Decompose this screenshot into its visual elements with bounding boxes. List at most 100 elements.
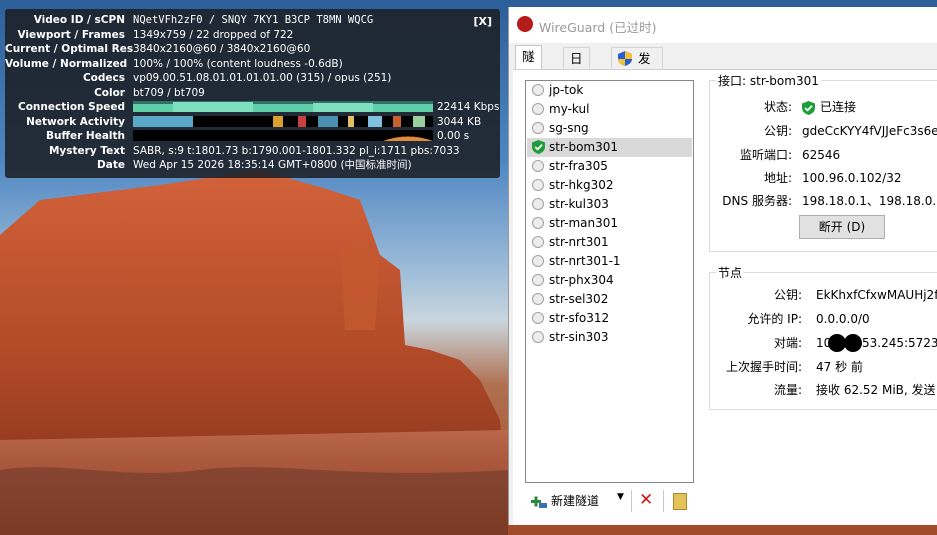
interface-status-row: 状态: 已连接 [710, 98, 937, 116]
inactive-status-icon [532, 122, 544, 134]
stats-row-codecs: Codecs vp09.00.51.08.01.01.01.01.00 (315… [5, 71, 500, 85]
tunnel-name: str-sel302 [549, 292, 609, 306]
status-label: 状态: [763, 100, 792, 114]
interface-groupbox: 接口: str-bom301 状态: 已连接 公钥: gdeCcKYY4fVJJ… [709, 72, 937, 252]
tunnel-item-str-sin303[interactable]: str-sin303 [527, 328, 692, 347]
tunnel-item-jp-tok[interactable]: jp-tok [527, 81, 692, 100]
wireguard-window: WireGuard (已过时) 隧道 日志 发现更新! jp-tok my-ku… [508, 7, 937, 525]
shield-update-icon [618, 51, 632, 66]
window-title: WireGuard (已过时) [539, 20, 657, 35]
inactive-status-icon [532, 160, 544, 172]
stats-value: 22414 Kbps [437, 101, 500, 113]
stats-row-color: Color bt709 / bt709 [5, 86, 500, 100]
inactive-status-icon [532, 217, 544, 229]
inactive-status-icon [532, 274, 544, 286]
address-label: 地址: [763, 171, 792, 185]
stats-row-connection-speed: Connection Speed 22414 Kbps [5, 100, 500, 114]
stats-row-viewport: Viewport / Frames 1349x759 / 22 dropped … [5, 28, 500, 42]
connected-check-icon [532, 140, 545, 154]
dns-value[interactable]: 198.18.0.1、198.18.0.2 [802, 192, 937, 210]
stats-label: Date [97, 159, 125, 171]
allowed-ips-value[interactable]: 0.0.0.0/0 [816, 310, 870, 328]
stats-label: Connection Speed [17, 101, 125, 113]
disconnect-button[interactable]: 断开 (D) [799, 215, 885, 239]
tab-log[interactable]: 日志 [563, 47, 590, 87]
peer-pubkey-label: 公钥: [773, 288, 802, 302]
endpoint-suffix[interactable]: 53.245:57238 [862, 334, 937, 352]
delete-tunnel-button[interactable]: ✕ [639, 490, 653, 510]
stats-row-network-activity: Network Activity 3044 KB [5, 115, 500, 129]
peer-pubkey-row: 公钥: EkKhxfCfxwMAUHj2fXtl [710, 286, 937, 304]
inactive-status-icon [532, 84, 544, 96]
stats-value: Wed Apr 15 2026 18:35:14 GMT+0800 (中国标准时… [133, 159, 412, 171]
interface-port-row: 监听端口: 62546 [710, 146, 937, 164]
tunnels-panel: jp-tok my-kul sg-sng str-bom301 str-fra3… [513, 69, 937, 525]
tunnel-name: str-sfo312 [549, 311, 610, 325]
stats-row-resolution: Current / Optimal Res 3840x2160@60 / 384… [5, 42, 500, 56]
peer-title: 节点 [716, 264, 745, 281]
add-tunnel-dropdown-arrow[interactable]: ▼ [617, 492, 624, 502]
tunnel-item-str-sfo312[interactable]: str-sfo312 [527, 309, 692, 328]
inactive-status-icon [532, 103, 544, 115]
tunnel-name: str-nrt301 [549, 235, 609, 249]
tunnel-item-str-sel302[interactable]: str-sel302 [527, 290, 692, 309]
tunnel-item-str-fra305[interactable]: str-fra305 [527, 157, 692, 176]
stats-row-volume: Volume / Normalized 100% / 100% (content… [5, 57, 500, 71]
peer-pubkey-value[interactable]: EkKhxfCfxwMAUHj2fXtl [816, 286, 937, 304]
stats-label: Network Activity [26, 115, 125, 128]
inactive-status-icon [532, 198, 544, 210]
tunnel-list[interactable]: jp-tok my-kul sg-sng str-bom301 str-fra3… [525, 80, 694, 483]
stats-row-video-id: Video ID / sCPN NQetVFh2zF0 / SNQY 7KY1 … [5, 13, 500, 27]
stats-row-buffer-health: Buffer Health 0.00 s [5, 129, 500, 143]
tunnel-item-str-man301[interactable]: str-man301 [527, 214, 692, 233]
stats-value: 3044 KB [437, 115, 482, 128]
tunnel-item-str-bom301[interactable]: str-bom301 [527, 138, 692, 157]
address-value[interactable]: 100.96.0.102/32 [802, 169, 901, 187]
pubkey-value[interactable]: gdeCcKYY4fVJJeFc3s6egPv [802, 122, 937, 140]
peer-allowed-ips-row: 允许的 IP: 0.0.0.0/0 [710, 310, 937, 328]
stats-value: 0.00 s [437, 130, 470, 142]
port-value[interactable]: 62546 [802, 146, 840, 164]
tunnel-item-str-kul303[interactable]: str-kul303 [527, 195, 692, 214]
inactive-status-icon [532, 293, 544, 305]
export-zip-button[interactable] [673, 493, 687, 510]
interface-dns-row: DNS 服务器: 198.18.0.1、198.18.0.2 [710, 192, 937, 210]
tunnel-item-str-nrt301[interactable]: str-nrt301 [527, 233, 692, 252]
tunnel-name: str-hkg302 [549, 178, 614, 192]
stats-value: 1349x759 / 22 dropped of 722 [133, 28, 294, 41]
peer-endpoint-row: 对端: 10 53.245:57238 [710, 334, 937, 352]
network-activity-graph [133, 115, 433, 127]
inactive-status-icon [532, 179, 544, 191]
stats-value: SABR, s:9 t:1801.73 b:1790.001-1801.332 … [133, 144, 460, 157]
allowed-ips-label: 允许的 IP: [747, 312, 802, 326]
add-tunnel-button[interactable]: 新建隧道 [551, 492, 599, 509]
toolbar-divider [663, 490, 664, 512]
transfer-value[interactable]: 接收 62.52 MiB, 发送 4.0 [816, 381, 937, 399]
wireguard-logo-icon [517, 16, 533, 32]
tunnel-name: jp-tok [549, 83, 584, 97]
stats-label: Color [94, 86, 125, 99]
tunnel-item-str-hkg302[interactable]: str-hkg302 [527, 176, 692, 195]
tunnel-name: str-bom301 [549, 140, 619, 154]
toolbar-divider [631, 490, 632, 512]
tunnel-item-sg-sng[interactable]: sg-sng [527, 119, 692, 138]
status-value: 已连接 [820, 100, 857, 114]
tab-updates[interactable]: 发现更新! [611, 47, 663, 129]
tunnel-item-str-nrt301-1[interactable]: str-nrt301-1 [527, 252, 692, 271]
tab-tunnels[interactable]: 隧道 [515, 45, 542, 85]
stats-label: Mystery Text [48, 144, 125, 157]
peer-groupbox: 节点 公钥: EkKhxfCfxwMAUHj2fXtl 允许的 IP: 0.0.… [709, 264, 937, 410]
dns-label: DNS 服务器: [722, 194, 792, 208]
tunnel-item-str-phx304[interactable]: str-phx304 [527, 271, 692, 290]
handshake-value[interactable]: 47 秒 前 [816, 358, 863, 376]
interface-pubkey-row: 公钥: gdeCcKYY4fVJJeFc3s6egPv [710, 122, 937, 140]
tunnel-item-my-kul[interactable]: my-kul [527, 100, 692, 119]
inactive-status-icon [532, 312, 544, 324]
inactive-status-icon [532, 331, 544, 343]
tunnel-name: str-man301 [549, 216, 619, 230]
tunnel-toolbar: 新建隧道 ▼ ✕ [525, 487, 695, 517]
stats-label: Volume / Normalized [5, 57, 128, 70]
title-bar[interactable]: WireGuard (已过时) [509, 7, 937, 43]
tunnel-name: my-kul [549, 102, 590, 116]
tunnel-name: str-kul303 [549, 197, 609, 211]
